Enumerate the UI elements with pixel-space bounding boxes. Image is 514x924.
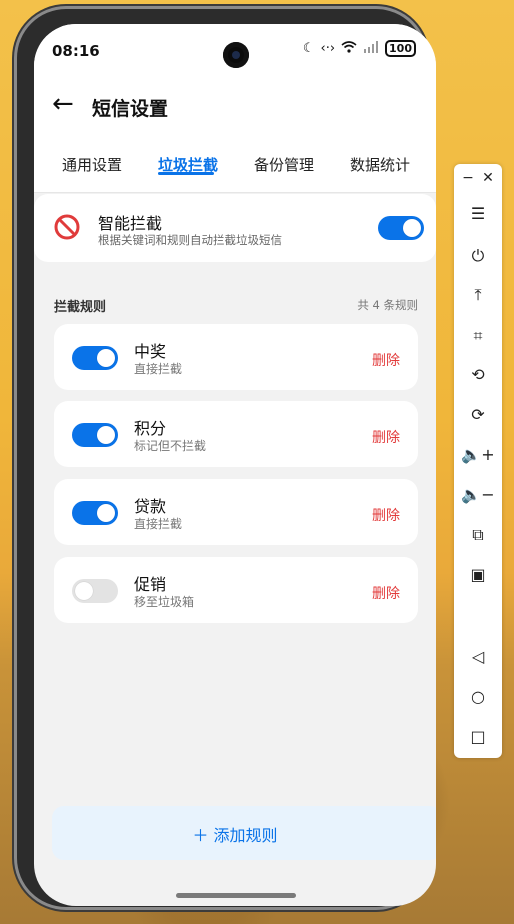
data-transfer-icon: ‹·›: [320, 41, 336, 56]
wifi-icon: [341, 40, 357, 57]
signal-icon: [363, 40, 379, 57]
arrow-left-icon: ←: [52, 89, 74, 119]
rule-card: 贷款 直接拦截 删除: [54, 479, 418, 545]
rule-toggle[interactable]: [72, 579, 118, 603]
volume-down-icon[interactable]: 🔈−: [454, 485, 502, 504]
block-icon: [54, 214, 80, 240]
tab-backup[interactable]: 备份管理: [254, 154, 314, 175]
tab-bar: 通用设置 垃圾拦截 备份管理 数据统计: [34, 138, 436, 193]
rule-action: 直接拦截: [134, 362, 183, 376]
status-bar: 08:16 ☾ ‹·› 100: [34, 24, 436, 76]
rule-name: 中奖: [134, 342, 167, 361]
smart-block-title: 智能拦截: [98, 214, 163, 233]
rule-delete-button[interactable]: 删除: [372, 350, 400, 370]
menu-icon[interactable]: ☰: [454, 204, 502, 223]
close-icon[interactable]: ✕: [464, 170, 512, 186]
back-button[interactable]: ←: [52, 90, 74, 118]
add-rule-button[interactable]: ＋ 添加规则: [52, 806, 436, 860]
devices-icon[interactable]: ▣: [454, 565, 502, 584]
emulator-toolbar: − ✕ ☰ ⏻ ⤒ ⌗ ⟲ ⟳ 🔈+ 🔈− ⧉ ▣ ◁ ○ □: [454, 164, 502, 758]
rules-section-title: 拦截规则: [54, 300, 107, 315]
toggle-knob: [97, 504, 115, 522]
rule-delete-button[interactable]: 删除: [372, 427, 400, 447]
toggle-knob: [403, 219, 421, 237]
home-indicator[interactable]: [176, 893, 296, 898]
add-rule-label: ＋ 添加规则: [192, 826, 278, 845]
rule-toggle[interactable]: [72, 501, 118, 525]
rotate-right-icon[interactable]: ⟳: [454, 405, 502, 424]
active-tab-indicator: [158, 172, 214, 175]
rule-action: 直接拦截: [134, 517, 183, 531]
rule-delete-button[interactable]: 删除: [372, 583, 400, 603]
app-header: ← 短信设置: [34, 76, 436, 138]
power-icon[interactable]: ⏻: [454, 246, 502, 266]
tab-general[interactable]: 通用设置: [62, 154, 122, 175]
rule-card: 积分 标记但不拦截 删除: [54, 401, 418, 467]
smart-block-card: 智能拦截 根据关键词和规则自动拦截垃圾短信: [34, 194, 436, 262]
page-title: 短信设置: [92, 98, 169, 120]
front-camera: [223, 42, 249, 68]
rule-action: 移至垃圾箱: [134, 595, 195, 609]
phone-frame: 08:16 ☾ ‹·› 100 ← 短信设置 通用设置 垃圾拦截 备份管理 数据…: [14, 6, 436, 910]
rotate-left-icon[interactable]: ⟲: [454, 365, 502, 384]
rule-name: 贷款: [134, 497, 167, 516]
rule-toggle[interactable]: [72, 423, 118, 447]
status-icons: ☾ ‹·› 100: [303, 40, 416, 57]
rule-action: 标记但不拦截: [134, 439, 207, 453]
nav-home-icon[interactable]: ○: [454, 687, 502, 706]
toggle-knob: [75, 582, 93, 600]
phone-screen: 08:16 ☾ ‹·› 100 ← 短信设置 通用设置 垃圾拦截 备份管理 数据…: [34, 24, 436, 906]
toggle-knob: [97, 349, 115, 367]
battery-indicator: 100: [385, 40, 416, 57]
rule-card: 中奖 直接拦截 删除: [54, 324, 418, 390]
rule-delete-button[interactable]: 删除: [372, 505, 400, 525]
shake-icon[interactable]: ⧉: [454, 525, 502, 545]
rule-toggle[interactable]: [72, 346, 118, 370]
nav-recents-icon[interactable]: □: [454, 727, 502, 746]
status-time: 08:16: [52, 42, 100, 60]
rule-name: 促销: [134, 575, 167, 594]
rules-count: 共 4 条规则: [357, 298, 418, 312]
volume-up-icon[interactable]: 🔈+: [454, 445, 502, 464]
toggle-knob: [97, 426, 115, 444]
moon-icon: ☾: [302, 41, 315, 56]
tab-statistics[interactable]: 数据统计: [350, 154, 410, 175]
smart-block-toggle[interactable]: [378, 216, 424, 240]
rule-card: 促销 移至垃圾箱 删除: [54, 557, 418, 623]
smart-block-description: 根据关键词和规则自动拦截垃圾短信: [98, 233, 282, 247]
rule-name: 积分: [134, 419, 167, 438]
upload-icon[interactable]: ⤒: [454, 285, 502, 305]
crop-icon[interactable]: ⌗: [454, 326, 502, 346]
nav-back-icon[interactable]: ◁: [454, 647, 502, 666]
